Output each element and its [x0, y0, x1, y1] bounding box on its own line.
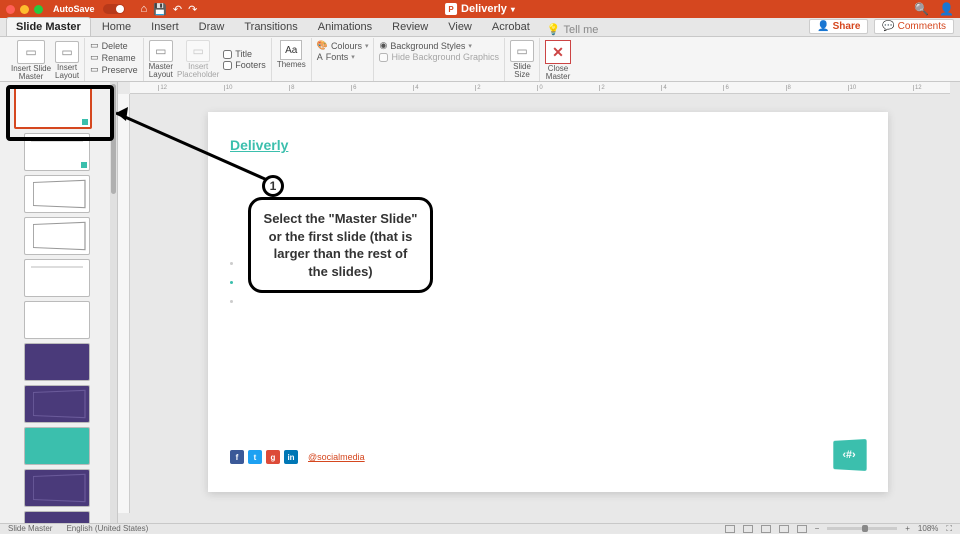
bg-styles-dropdown[interactable]: ◉ Background Styles: [379, 40, 471, 51]
thumbnails-scrollbar[interactable]: [110, 82, 117, 523]
facebook-icon: f: [230, 450, 244, 464]
delete-button[interactable]: ▭ Delete: [90, 40, 128, 51]
maximize-window-icon[interactable]: [34, 5, 43, 14]
reading-view-icon[interactable]: [779, 525, 789, 533]
layout-thumb[interactable]: [24, 217, 90, 255]
tab-draw[interactable]: Draw: [190, 18, 234, 36]
tab-acrobat[interactable]: Acrobat: [483, 18, 539, 36]
zoom-level[interactable]: 108%: [918, 524, 938, 533]
insert-slide-master-icon[interactable]: ▭: [17, 40, 45, 64]
tab-slide-master[interactable]: Slide Master: [6, 17, 91, 36]
themes-icon[interactable]: Aa: [280, 40, 302, 60]
layout-thumb[interactable]: [24, 343, 90, 381]
layout-thumb[interactable]: [24, 469, 90, 507]
close-master-button[interactable]: ✕: [545, 40, 571, 64]
tab-insert[interactable]: Insert: [142, 18, 188, 36]
insert-layout-button[interactable]: Insert Layout: [55, 64, 79, 80]
powerpoint-icon: P: [445, 3, 457, 15]
ribbon-tabs: Slide Master Home Insert Draw Transition…: [0, 18, 960, 37]
annotation-number: 1: [262, 175, 284, 197]
colours-dropdown[interactable]: 🎨 Colours: [317, 40, 369, 51]
search-icon[interactable]: 🔍: [914, 2, 929, 16]
vertical-ruler: [118, 94, 130, 513]
tab-review[interactable]: Review: [383, 18, 437, 36]
social-handle: @socialmedia: [308, 452, 365, 462]
dropdown-icon[interactable]: ▾: [511, 5, 515, 14]
slide-footer: f t g in @socialmedia: [230, 450, 365, 464]
status-language: English (United States): [66, 524, 148, 533]
window-controls: [6, 5, 43, 14]
close-window-icon[interactable]: [6, 5, 15, 14]
comments-button[interactable]: 💬 Comments: [874, 19, 954, 34]
status-bar: Slide Master English (United States) − +…: [0, 523, 960, 533]
zoom-out-button[interactable]: −: [815, 524, 820, 533]
tab-view[interactable]: View: [439, 18, 481, 36]
redo-icon[interactable]: ↷: [188, 3, 197, 16]
slide-body-placeholder[interactable]: [230, 262, 233, 303]
horizontal-ruler: 12108642024681012: [130, 82, 950, 94]
ribbon: ▭ Insert Slide Master ▭ Insert Layout ▭ …: [0, 37, 960, 82]
account-icon[interactable]: 👤: [939, 2, 954, 16]
minimize-window-icon[interactable]: [20, 5, 29, 14]
title-bar: AutoSave ⌂ 💾 ↶ ↷ P Deliverly ▾ 🔍 👤: [0, 0, 960, 18]
slide-number-placeholder: ‹#›: [833, 439, 866, 471]
autosave-label: AutoSave: [53, 4, 95, 14]
layout-thumb[interactable]: [24, 427, 90, 465]
notes-view-icon[interactable]: [725, 525, 735, 533]
linkedin-icon: in: [284, 450, 298, 464]
hide-bg-checkbox[interactable]: Hide Background Graphics: [379, 52, 499, 62]
layout-thumb[interactable]: [24, 301, 90, 339]
annotation-text: Select the "Master Slide" or the first s…: [248, 197, 433, 293]
slide-canvas-area: 12108642024681012 Deliverly f t g in @so…: [118, 82, 960, 523]
footers-checkbox[interactable]: Footers: [223, 60, 266, 70]
insert-layout-icon[interactable]: ▭: [55, 41, 79, 63]
master-slide-canvas[interactable]: Deliverly f t g in @socialmedia ‹#›: [208, 112, 888, 492]
slide-title-placeholder[interactable]: Deliverly: [230, 137, 288, 153]
sorter-view-icon[interactable]: [761, 525, 771, 533]
layout-thumb[interactable]: [24, 259, 90, 297]
workspace: 1 12108642024681012 Deliverly f t g in: [0, 82, 960, 523]
slide-size-icon[interactable]: ▭: [510, 40, 534, 62]
fonts-dropdown[interactable]: A Fonts: [317, 52, 355, 62]
home-icon[interactable]: ⌂: [141, 3, 148, 16]
twitter-icon: t: [248, 450, 262, 464]
master-slide-thumb[interactable]: [14, 86, 92, 129]
rename-button[interactable]: ▭ Rename: [90, 52, 136, 63]
layout-thumb[interactable]: [24, 385, 90, 423]
layout-thumb[interactable]: [24, 511, 90, 523]
tab-animations[interactable]: Animations: [309, 18, 381, 36]
layout-thumb[interactable]: [24, 133, 90, 171]
tab-home[interactable]: Home: [93, 18, 140, 36]
title-checkbox[interactable]: Title: [223, 49, 252, 59]
document-title: P Deliverly ▾: [445, 3, 515, 15]
fit-to-window-icon[interactable]: ⛶: [946, 524, 952, 534]
layout-thumb[interactable]: [24, 175, 90, 213]
zoom-slider[interactable]: [827, 527, 897, 530]
slide-thumbnails-panel[interactable]: 1: [0, 82, 118, 523]
share-button[interactable]: 👤 Share: [809, 19, 868, 34]
master-layout-icon[interactable]: ▭: [149, 40, 173, 62]
insert-slide-master-button[interactable]: Insert Slide Master: [11, 65, 51, 81]
insert-placeholder-icon[interactable]: ▭: [186, 40, 210, 62]
tell-me[interactable]: 💡 Tell me: [547, 23, 599, 36]
status-mode: Slide Master: [8, 524, 52, 533]
tab-transitions[interactable]: Transitions: [235, 18, 306, 36]
save-icon[interactable]: 💾: [153, 3, 167, 16]
slideshow-view-icon[interactable]: [797, 525, 807, 533]
normal-view-icon[interactable]: [743, 525, 753, 533]
preserve-button[interactable]: ▭ Preserve: [90, 64, 138, 75]
undo-icon[interactable]: ↶: [173, 3, 182, 16]
google-icon: g: [266, 450, 280, 464]
zoom-in-button[interactable]: +: [905, 524, 910, 533]
autosave-toggle[interactable]: [103, 4, 125, 14]
